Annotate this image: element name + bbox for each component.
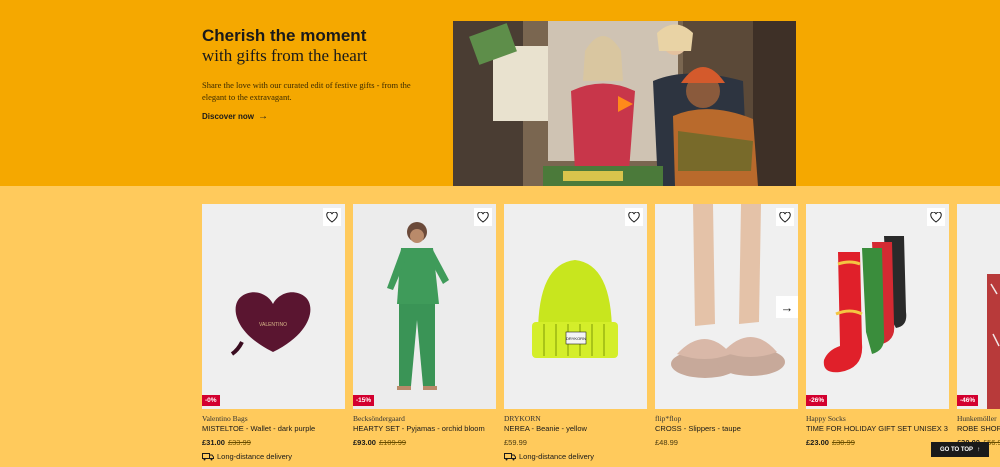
heart-icon	[628, 211, 640, 223]
truck-icon	[202, 452, 214, 460]
hero-description: Share the love with our curated edit of …	[202, 80, 411, 102]
hero-subtitle: with gifts from the heart	[202, 46, 368, 65]
original-price: £33.99	[227, 438, 251, 447]
product-card[interactable]: -15% Becksöndergaard HEARTY SET - Pyjama…	[353, 204, 496, 467]
pyjamas-image	[353, 204, 496, 409]
sale-price: £31.00	[202, 438, 225, 447]
arrow-right-icon: →	[258, 111, 269, 122]
carousel-next-button[interactable]: →	[776, 296, 798, 318]
product-price: £31.00 £33.99	[202, 438, 251, 447]
delivery-info: Long-distance delivery	[504, 452, 594, 461]
beanie-image: DRYKORN	[504, 204, 647, 409]
product-name: MISTELTOE - Wallet - dark purple	[202, 424, 316, 433]
hero-banner: Cherish the moment with gifts from the h…	[0, 0, 1000, 186]
socks-image	[806, 204, 949, 409]
discover-now-label: Discover now	[202, 112, 255, 121]
product-image[interactable]: -46%	[957, 204, 1000, 409]
svg-text:VALENTINO: VALENTINO	[259, 322, 287, 328]
discount-badge: -0%	[202, 395, 220, 406]
product-price: £48.99	[655, 438, 678, 447]
product-brand: Becksöndergaard	[353, 414, 405, 423]
hero-video[interactable]	[453, 21, 796, 186]
product-brand: Valentino Bags	[202, 414, 248, 423]
wishlist-button[interactable]	[927, 208, 945, 226]
go-to-top-label: GO TO TOP	[939, 446, 974, 453]
product-name: ROBE SHORT	[957, 424, 1000, 433]
price: £48.99	[655, 438, 678, 447]
product-name: NEREA - Beanie - yellow	[504, 424, 587, 433]
product-price: £23.00 £30.99	[806, 438, 855, 447]
wishlist-button[interactable]	[776, 208, 794, 226]
product-price: £59.99	[504, 438, 527, 447]
delivery-info: Long-distance delivery	[202, 452, 292, 461]
product-brand: flip*flop	[655, 414, 682, 423]
wallet-image: VALENTINO	[202, 204, 345, 409]
heart-icon	[930, 211, 942, 223]
product-image[interactable]: -26%	[806, 204, 949, 409]
product-card[interactable]: -46% Hunkemöller ROBE SHORT £30.00£56.99	[957, 204, 1000, 467]
discount-badge: -15%	[353, 395, 375, 406]
robe-image	[957, 204, 1000, 409]
product-brand: Happy Socks	[806, 414, 846, 423]
hero-video-frame	[453, 21, 796, 186]
product-brand: DRYKORN	[504, 414, 541, 423]
delivery-label: Long-distance delivery	[217, 452, 293, 461]
discount-badge: -46%	[957, 395, 979, 406]
discover-now-link[interactable]: Discover now →	[202, 111, 268, 122]
product-carousel: VALENTINO -0% Valentino Bags MISTELTOE -…	[202, 204, 1000, 467]
product-image[interactable]: DRYKORN	[504, 204, 647, 409]
product-name: TIME FOR HOLIDAY GIFT SET UNISEX 3 ...	[806, 424, 949, 433]
product-card[interactable]: VALENTINO -0% Valentino Bags MISTELTOE -…	[202, 204, 345, 467]
product-card[interactable]: DRYKORN DRYKORN NEREA - Beanie - yellow …	[504, 204, 647, 467]
product-card[interactable]: flip*flop CROSS - Slippers - taupe £48.9…	[655, 204, 798, 467]
arrow-right-icon: →	[780, 299, 794, 315]
hero-title: Cherish the moment	[202, 26, 367, 45]
wishlist-button[interactable]	[474, 208, 492, 226]
heart-icon	[779, 211, 791, 223]
product-brand: Hunkemöller	[957, 414, 997, 423]
sale-price: £23.00	[806, 438, 829, 447]
sale-price: £93.00	[353, 438, 376, 447]
original-price: £109.99	[378, 438, 407, 447]
arrow-up-icon: ↑	[977, 446, 981, 453]
wishlist-button[interactable]	[323, 208, 341, 226]
delivery-label: Long-distance delivery	[519, 452, 595, 461]
product-name: CROSS - Slippers - taupe	[655, 424, 741, 433]
product-card[interactable]: -26% Happy Socks TIME FOR HOLIDAY GIFT S…	[806, 204, 949, 467]
discount-badge: -26%	[806, 395, 828, 406]
hero-copy: Cherish the moment with gifts from the h…	[202, 26, 432, 103]
truck-icon	[504, 452, 516, 460]
heart-icon	[477, 211, 489, 223]
product-price: £93.00 £109.99	[353, 438, 406, 447]
heart-icon	[326, 211, 338, 223]
svg-text:DRYKORN: DRYKORN	[566, 336, 586, 341]
product-image[interactable]: -15%	[353, 204, 496, 409]
original-price: £30.99	[831, 438, 855, 447]
wishlist-button[interactable]	[625, 208, 643, 226]
product-image[interactable]: VALENTINO -0%	[202, 204, 345, 409]
product-name: HEARTY SET - Pyjamas - orchid bloom	[353, 424, 485, 433]
go-to-top-button[interactable]: GO TO TOP ↑	[931, 442, 989, 457]
price: £59.99	[504, 438, 527, 447]
